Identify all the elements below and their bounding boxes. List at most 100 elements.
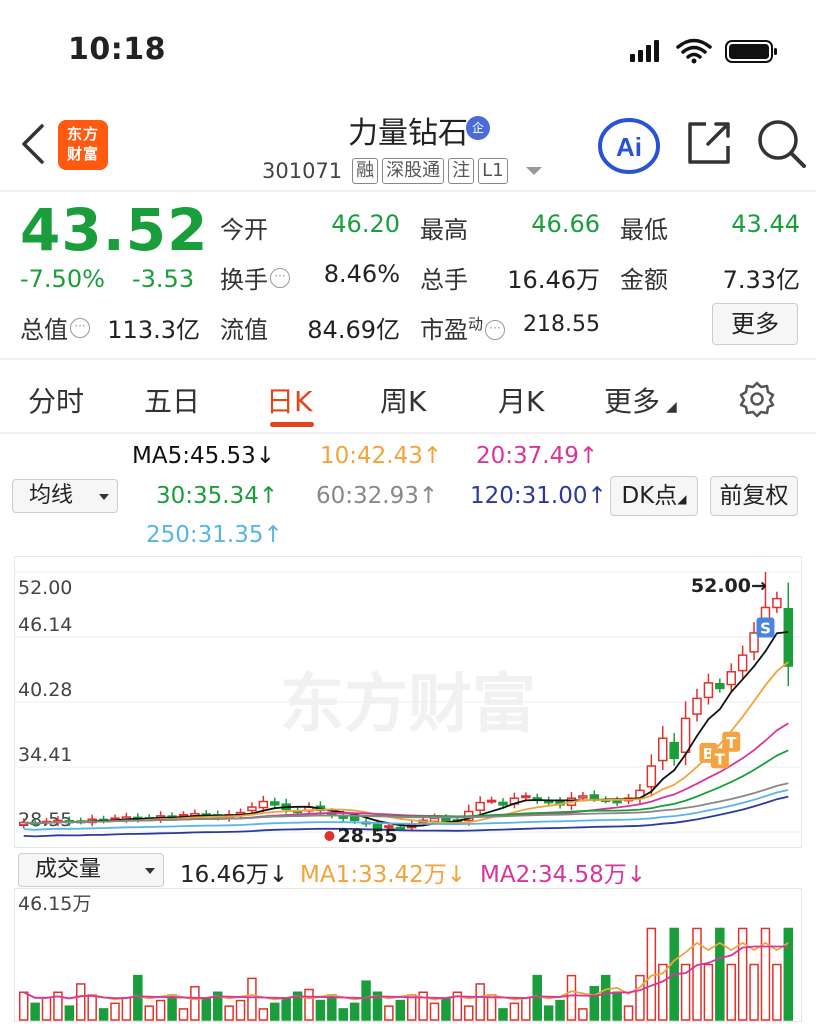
tab-weekly-k[interactable]: 周K [380,380,426,420]
y-tick-label: 46.14 [18,614,72,636]
volume-bar [315,999,326,1021]
volume-bar [441,997,451,1021]
active-tab-indicator [270,422,314,427]
volume-chart[interactable]: 46.15万 [14,888,802,1022]
candle [783,607,794,667]
pe-label: 市盈动 ··· [420,310,506,345]
volume-bar [509,1002,520,1021]
volume-bar [349,1002,360,1021]
volume-bar [395,999,406,1021]
adjust-button[interactable]: 前复权 [710,476,798,516]
low-marker [324,831,335,841]
volume-bar [612,991,622,1021]
volume-bar [384,1005,394,1021]
volume-bar [167,994,177,1021]
signal-marker-label: S [760,619,771,637]
tabs-divider [0,432,816,434]
candle [612,799,622,804]
amount-value: 7.33亿 [722,266,800,294]
volume-bar [133,974,143,1021]
pe-value: 218.55 [523,312,600,337]
volume-bar [555,999,565,1021]
stock-code: 301071 [262,159,343,183]
turnover-value: 8.46% [323,260,400,288]
volume-bar [486,994,497,1021]
volume-value: 16.46万 [507,266,600,294]
candle [486,799,497,803]
last-price: 43.52 [20,196,209,264]
volume-bar [338,1008,348,1021]
candle [521,795,531,799]
ma250-legend: 250:31.35↑ [146,522,283,548]
signal-marker-label: T [726,734,737,752]
volume-ma1-legend: MA1:33.42万↓ [300,862,467,888]
ma60-legend: 60:32.93↑ [316,483,439,509]
dk-point-button[interactable]: DK点◢ [610,476,698,516]
volume-bar [41,997,52,1021]
mktcap-label: 总值 ··· [20,310,90,345]
svg-text:Ai: Ai [616,132,642,162]
y-tick-label: 52.00 [18,577,72,599]
y-tick-label: 28.55 [18,809,72,831]
volume-bar [270,1002,280,1021]
volume-bar [155,999,166,1021]
volume-bar [190,985,200,1021]
ma10-legend: 10:42.43↑ [320,443,443,469]
volume-bar [98,1008,109,1021]
volume-bar [623,1005,634,1021]
volume-bar [703,963,714,1021]
tab-monthly-k[interactable]: 月K [498,380,544,420]
mktcap-value: 113.3亿 [107,316,200,344]
candle [715,682,725,690]
y-tick-label: 34.41 [18,744,72,766]
float-label: 流值 [220,316,268,344]
enterprise-badge: 企 [466,116,490,140]
volume-bar [361,980,371,1021]
volume-bar [464,1005,474,1021]
volume-bar [247,977,257,1021]
volume-bar [475,983,485,1021]
tab-intraday[interactable]: 分时 [28,380,84,420]
y-tick-label: 40.28 [18,679,72,701]
candle [441,817,451,823]
volume-bar [566,974,577,1021]
chevron-down-icon[interactable] [525,167,542,175]
volume-bar [76,983,86,1021]
open-value: 46.20 [331,210,400,238]
header-divider [0,190,816,192]
volume-axis-max: 46.15万 [18,893,91,915]
tab-more[interactable]: 更多 ◢ [604,380,677,420]
cellular-signal-icon [630,40,659,62]
volume-selector[interactable]: 成交量 [18,853,164,887]
candle [270,801,280,806]
tag-registered: 注 [448,158,475,184]
ma30-legend: 30:35.34↑ [156,483,279,509]
ai-assistant-icon[interactable]: Ai [597,117,661,175]
high-label: 最高 [420,216,468,244]
more-quote-button[interactable]: 更多 [712,303,798,345]
amount-label: 金额 [620,266,668,294]
float-value: 84.69亿 [307,316,400,344]
info-icon[interactable]: ··· [70,318,90,338]
volume-bar [772,963,782,1021]
info-icon[interactable]: ··· [485,320,506,340]
change-percent: -7.50% [20,265,105,293]
indicator-selector[interactable]: 均线 [12,479,118,513]
candle [658,737,668,762]
candle [349,816,360,822]
volume-bar [144,1005,154,1021]
ma20-legend: 20:37.49↑ [476,443,599,469]
volume-legend: 16.46万↓ [180,862,289,888]
volume-bar [589,985,600,1021]
candle [703,682,714,699]
share-icon[interactable] [684,118,734,168]
volume-bar [726,963,736,1021]
volume-bar [543,1005,554,1021]
tab-daily-k[interactable]: 日K [266,380,312,420]
info-icon[interactable]: ··· [270,268,290,288]
gear-icon[interactable] [738,380,776,418]
candlestick-chart[interactable]: 东方财富 52.00 46.14 40.28 34.41 28.55 52.00→ 28.… [14,556,802,848]
search-icon[interactable] [754,116,808,170]
candle [258,800,269,809]
tab-five-day[interactable]: 五日 [144,380,200,420]
